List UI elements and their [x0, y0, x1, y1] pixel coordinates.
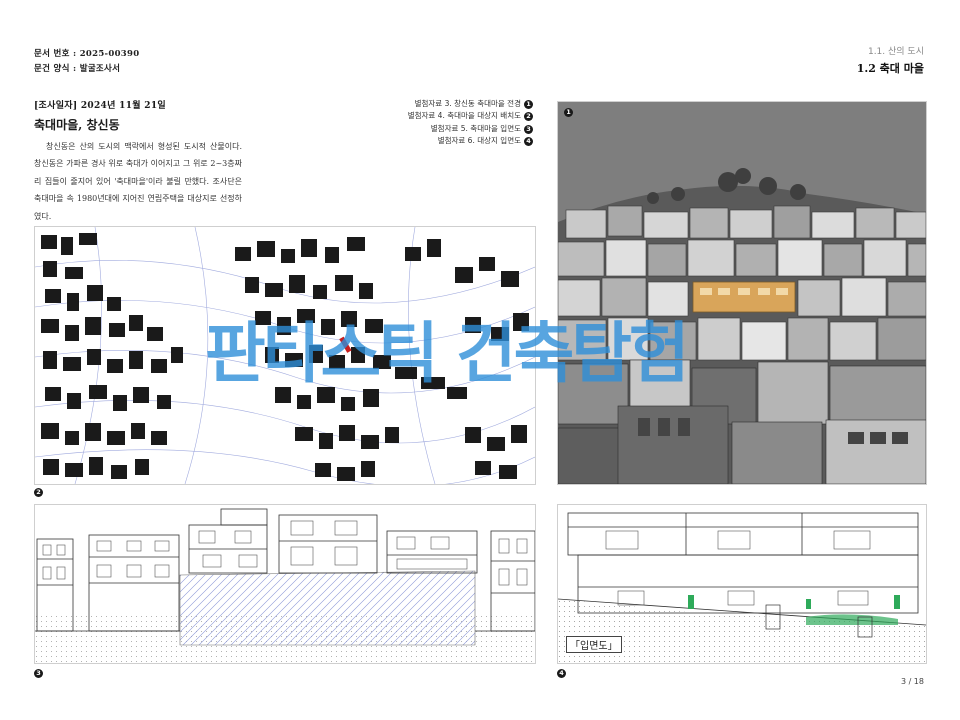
section-heading: 1.1. 산의 도시 1.2 축대 마을	[857, 44, 924, 76]
document-meta: 문서 번호 : 2025-00390 문건 양식 : 발굴조사서	[34, 47, 139, 77]
village-elevation-drawing	[34, 504, 536, 664]
village-photo	[557, 101, 927, 485]
site-plan-illustration	[35, 227, 535, 484]
village-elevation-illustration	[35, 505, 535, 663]
attachment-label: 별첨자료 5. 축대마을 입면도	[430, 123, 521, 133]
attachment-label: 별첨자료 4. 축대마을 대상지 배치도	[407, 111, 521, 121]
attachment-item: 별첨자료 5. 축대마을 입면도 3	[380, 123, 533, 135]
section-parent-title: 1.1. 산의 도시	[867, 47, 924, 57]
figure-number-badge: 2	[34, 488, 43, 497]
attachment-item: 별첨자료 3. 창신동 축대마을 전경 1	[380, 98, 533, 110]
figure-number-badge: 3	[524, 124, 533, 134]
document-number: 문서 번호 : 2025-00390	[34, 49, 140, 59]
attachment-list: 별첨자료 3. 창신동 축대마을 전경 1 별첨자료 4. 축대마을 대상지 배…	[380, 98, 533, 148]
body-paragraph: 창신동은 산의 도시의 맥락에서 형성된 도시적 산물이다. 창신동은 가파른 …	[34, 142, 242, 221]
section-current-title: 1.2 축대 마을	[856, 62, 924, 75]
attachment-label: 별첨자료 6. 대상지 입면도	[437, 136, 521, 146]
figure-number-badge: 2	[524, 112, 533, 122]
figure-number-badge: 4	[524, 136, 533, 146]
elevation-stamp-label: 「입면도」	[566, 636, 622, 653]
attachment-item: 별첨자료 6. 대상지 입면도 4	[380, 135, 533, 147]
figure-number-badge: 1	[524, 99, 533, 109]
document-form: 문건 양식 : 발굴조사서	[34, 64, 121, 74]
village-photo-illustration	[558, 102, 926, 484]
page-number: 3 / 18	[900, 677, 924, 686]
survey-date: [조사일자] 2024년 11월 21일	[34, 101, 166, 111]
place-title: 축대마을, 창신동	[34, 118, 120, 132]
site-plan-map	[34, 226, 536, 485]
attachment-item: 별첨자료 4. 축대마을 대상지 배치도 2	[380, 110, 533, 122]
figure-number-badge: 3	[34, 669, 43, 678]
figure-number-badge: 4	[557, 669, 566, 678]
figure-number-badge: 1	[564, 108, 573, 117]
attachment-label: 별첨자료 3. 창신동 축대마을 전경	[414, 99, 521, 108]
